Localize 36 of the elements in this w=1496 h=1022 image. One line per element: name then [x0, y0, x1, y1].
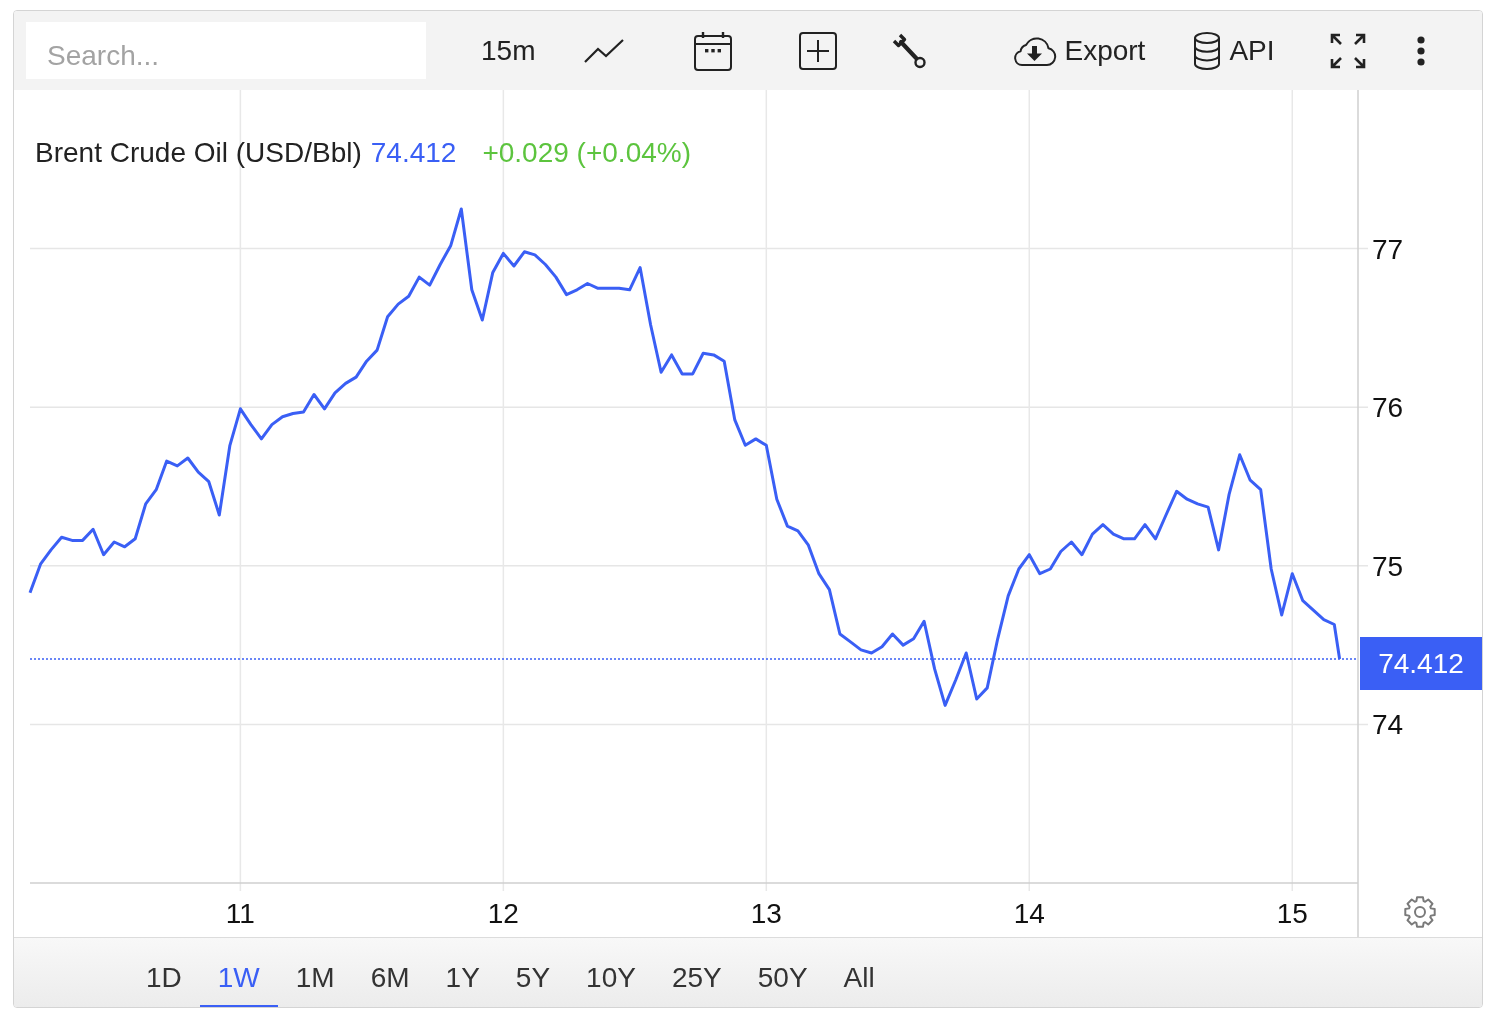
- search-field[interactable]: Search...: [26, 22, 426, 79]
- api-button[interactable]: API: [1187, 27, 1281, 74]
- x-axis-label: 14: [1013, 898, 1045, 929]
- y-axis-label: 76: [1372, 392, 1404, 424]
- range-tab[interactable]: 50Y: [739, 938, 826, 1007]
- cloud-download-icon: [1011, 34, 1058, 67]
- export-button[interactable]: Export: [1005, 27, 1152, 74]
- plus-square-icon: [799, 31, 838, 70]
- x-axis-label: 12: [487, 898, 519, 929]
- line-chart-icon: [584, 38, 625, 63]
- range-tab[interactable]: 1Y: [427, 938, 498, 1007]
- interval-button[interactable]: 15m: [475, 27, 542, 74]
- range-tab[interactable]: 1M: [277, 938, 353, 1007]
- database-icon: [1193, 31, 1222, 70]
- wrench-icon: [892, 32, 927, 69]
- y-axis-label: 74: [1372, 709, 1404, 741]
- calendar-icon: [694, 30, 733, 71]
- y-axis-label: 77: [1372, 233, 1404, 265]
- range-tab[interactable]: 25Y: [653, 938, 740, 1007]
- price-value: 74.412: [370, 136, 457, 170]
- range-tab[interactable]: All: [825, 938, 893, 1007]
- range-tab[interactable]: 6M: [352, 938, 428, 1007]
- range-tab[interactable]: 1W: [199, 938, 278, 1007]
- range-tab[interactable]: 1D: [128, 938, 200, 1007]
- range-tab[interactable]: 10Y: [568, 938, 654, 1007]
- more-icon: [1416, 35, 1425, 66]
- x-axis-label: 13: [750, 898, 782, 929]
- range-tab[interactable]: 5Y: [497, 938, 569, 1007]
- y-axis-label: 75: [1372, 550, 1404, 582]
- x-axis-label: 11: [225, 898, 255, 929]
- instrument-name: Brent Crude Oil (USD/Bbl): [35, 136, 362, 170]
- settings-icon[interactable]: [1404, 896, 1436, 928]
- last-price-label: 74.412: [1360, 637, 1482, 691]
- price-change: +0.029 (+0.04%): [482, 136, 691, 170]
- x-axis-label: 15: [1276, 898, 1308, 929]
- expand-icon: [1328, 31, 1367, 70]
